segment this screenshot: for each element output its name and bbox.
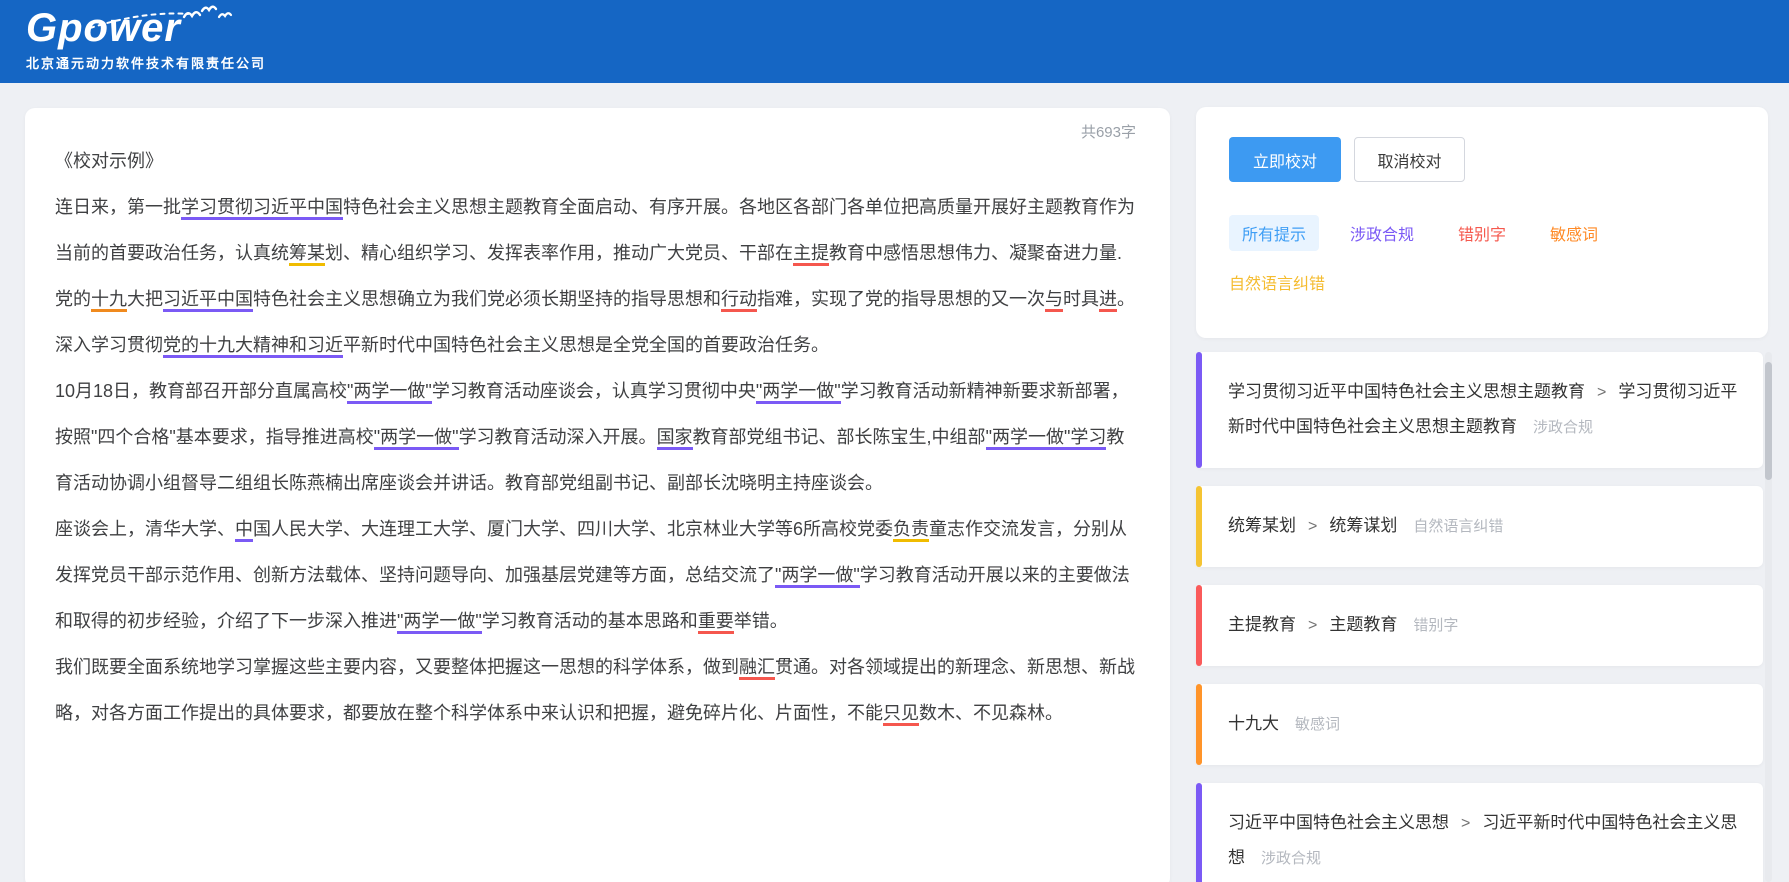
correction-card[interactable]: 习近平中国特色社会主义思想 > 习近平新时代中国特色社会主义思想 涉政合规	[1196, 783, 1763, 882]
correction-text: 统筹某划 > 统筹谋划 自然语言纠错	[1228, 509, 1745, 544]
app-root: Gpower 北京通元动力软件技术有限责任公司 共693字 《校对示例》连日来，…	[0, 0, 1789, 882]
editor-paragraph: 10月18日，教育部召开部分直属高校"两学一做"学习教育活动座谈会，认真学习贯彻…	[55, 381, 1129, 493]
cancel-proofread-button[interactable]: 取消校对	[1354, 137, 1465, 182]
editor-paragraph: 我们既要全面系统地学习掌握这些主要内容，又要整体把握这一思想的科学体系，做到融汇…	[55, 644, 1140, 736]
correction-type-tag: 涉政合规	[1261, 850, 1322, 867]
correction-type-tag: 涉政合规	[1533, 419, 1594, 436]
correction-card[interactable]: 统筹某划 > 统筹谋划 自然语言纠错	[1196, 486, 1763, 567]
correction-type-tag: 自然语言纠错	[1413, 518, 1504, 535]
error-mark-politics[interactable]: "两学一做"	[775, 565, 860, 588]
error-mark-politics[interactable]: 党的十九大精神和习近	[163, 335, 343, 358]
app-header: Gpower 北京通元动力软件技术有限责任公司	[0, 0, 1789, 83]
error-mark-politics[interactable]: "两学一做"	[755, 381, 841, 404]
filter-row: 自然语言纠错	[1229, 264, 1744, 300]
error-mark-typo[interactable]: 行动	[721, 289, 757, 312]
correction-card[interactable]: 主提教育 > 主题教育 错别字	[1196, 585, 1763, 666]
correction-original: 统筹某划	[1228, 516, 1296, 535]
correction-original: 学习贯彻习近平中国特色社会主义思想主题教育	[1228, 382, 1585, 401]
document-editor[interactable]: 《校对示例》连日来，第一批学习贯彻习近平中国特色社会主义思想主题教育全面启动、有…	[25, 108, 1170, 736]
error-mark-politics[interactable]: 学习贯彻习近平中国	[181, 197, 343, 220]
correction-text: 主提教育 > 主题教育 错别字	[1228, 608, 1745, 643]
filter-nlp[interactable]: 自然语言纠错	[1229, 264, 1325, 300]
correction-text: 学习贯彻习近平中国特色社会主义思想主题教育 > 学习贯彻习近平新时代中国特色社会主义…	[1228, 375, 1745, 445]
error-mark-typo[interactable]: 重要	[697, 611, 734, 634]
results-scrollbar-thumb[interactable]	[1765, 362, 1772, 480]
proofread-now-button[interactable]: 立即校对	[1229, 137, 1341, 182]
error-mark-typo[interactable]: 融汇	[739, 657, 775, 680]
error-mark-typo[interactable]: 只见	[883, 703, 919, 726]
editor-paragraph: 连日来，第一批学习贯彻习近平中国特色社会主义思想主题教育全面启动、有序开展。各地…	[55, 184, 1140, 276]
error-mark-nlp[interactable]: 筹某	[289, 243, 325, 266]
company-name: 北京通元动力软件技术有限责任公司	[26, 56, 267, 71]
correction-card[interactable]: 十九大 敏感词	[1196, 684, 1763, 765]
error-mark-typo[interactable]: 进	[1099, 289, 1117, 312]
error-mark-sensitive[interactable]: 十九	[91, 289, 127, 312]
error-mark-politics[interactable]: 国家	[656, 427, 693, 450]
correction-text: 十九大 敏感词	[1228, 707, 1745, 742]
error-mark-typo[interactable]: 与	[1045, 289, 1063, 312]
arrow-right-icon: >	[1308, 518, 1318, 535]
gpower-logo: Gpower 北京通元动力软件技术有限责任公司	[26, 5, 266, 72]
arrow-right-icon: >	[1308, 617, 1318, 634]
filter-tabs: 所有提示 涉政合规 错别字 敏感词自然语言纠错	[1229, 215, 1744, 300]
correction-type-bar	[1196, 684, 1202, 765]
correction-type-bar	[1196, 585, 1202, 666]
editor-paragraph: 《校对示例》	[55, 151, 163, 171]
correction-list: 学习贯彻习近平中国特色社会主义思想主题教育 > 学习贯彻习近平新时代中国特色社会主义…	[1196, 352, 1763, 882]
correction-original: 十九大	[1228, 714, 1279, 733]
arrow-right-icon: >	[1597, 384, 1607, 401]
correction-suggestion: 统筹谋划	[1329, 516, 1398, 535]
correction-original: 习近平中国特色社会主义思想	[1228, 813, 1449, 832]
error-mark-politics[interactable]: "两学一做"	[347, 381, 432, 404]
arrow-right-icon: >	[1461, 815, 1471, 832]
error-mark-politics[interactable]: "两学一做"	[373, 427, 459, 450]
birds-icon	[89, 5, 233, 29]
word-count: 共693字	[1080, 124, 1136, 141]
error-mark-politics[interactable]: "两学一做"	[397, 611, 482, 634]
action-button-row: 立即校对 取消校对	[1229, 137, 1768, 182]
filter-all[interactable]: 所有提示	[1229, 215, 1320, 251]
filter-typo[interactable]: 错别字	[1458, 215, 1506, 251]
error-mark-typo[interactable]: 主提	[793, 243, 829, 266]
error-mark-politics[interactable]: "两学一做"学习	[985, 427, 1107, 450]
correction-suggestion: 主题教育	[1329, 615, 1398, 634]
correction-original: 主提教育	[1228, 615, 1296, 634]
correction-type-bar	[1196, 486, 1202, 567]
correction-text: 习近平中国特色社会主义思想 > 习近平新时代中国特色社会主义思想 涉政合规	[1228, 806, 1745, 876]
document-panel: 共693字 《校对示例》连日来，第一批学习贯彻习近平中国特色社会主义思想主题教育…	[25, 108, 1170, 882]
correction-type-tag: 敏感词	[1295, 716, 1341, 733]
correction-type-bar	[1196, 783, 1202, 882]
filter-row: 所有提示 涉政合规 错别字 敏感词	[1229, 215, 1744, 251]
correction-type-bar	[1196, 352, 1202, 468]
results-scrollbar-track	[1765, 352, 1772, 882]
error-mark-nlp[interactable]: 负责	[893, 519, 930, 542]
filter-sensitive[interactable]: 敏感词	[1550, 215, 1598, 251]
error-mark-politics[interactable]: 习近平中国	[163, 289, 253, 312]
proofread-panel: 立即校对 取消校对 所有提示 涉政合规 错别字 敏感词自然语言纠错	[1196, 107, 1768, 338]
filter-politics[interactable]: 涉政合规	[1350, 215, 1414, 251]
correction-type-tag: 错别字	[1413, 617, 1459, 634]
correction-card[interactable]: 学习贯彻习近平中国特色社会主义思想主题教育 > 学习贯彻习近平新时代中国特色社会主义…	[1196, 352, 1763, 468]
editor-paragraph: 党的十九大把习近平中国特色社会主义思想确立为我们党必须长期坚持的指导思想和行动指…	[55, 276, 1140, 368]
error-mark-politics[interactable]: 中	[235, 519, 253, 542]
editor-paragraph: 座谈会上，清华大学、中国人民大学、大连理工大学、厦门大学、四川大学、北京林业大学…	[55, 506, 1140, 644]
